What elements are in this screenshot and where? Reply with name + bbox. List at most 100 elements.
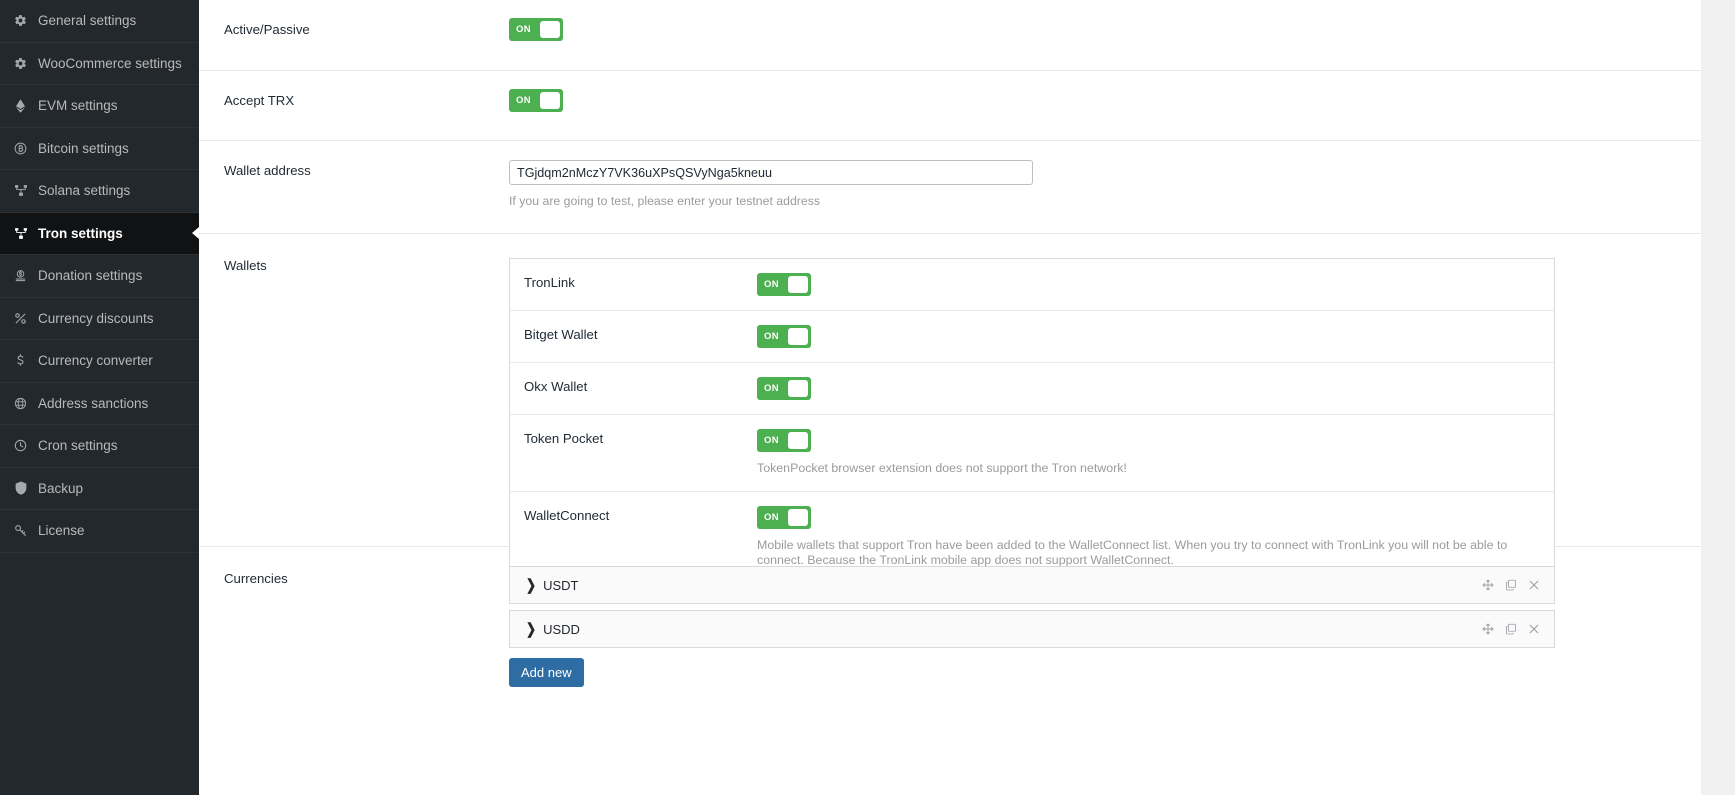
network-icon [11,227,30,240]
currency-item-usdt[interactable]: ❯ USDT [509,566,1555,604]
toggle-knob [788,276,808,293]
toggle-active-passive[interactable]: ON [509,18,563,41]
sidebar-item-cron-settings[interactable]: Cron settings [0,425,199,468]
sidebar-item-tron-settings[interactable]: Tron settings [0,212,199,255]
wallet-name: Okx Wallet [524,379,588,394]
currency-name: USDD [543,621,580,637]
toggle-label: ON [516,95,531,106]
wallet-row-token-pocket: Token Pocket ON TokenPocket browser extens… [510,415,1554,492]
wallets-panel: TronLink ON Bitget Wallet ON Okx Wallet ON Tok… [509,258,1555,584]
gear-icon [11,14,30,27]
toggle-okx-wallet[interactable]: ON [757,377,811,400]
duplicate-icon[interactable] [1505,579,1517,591]
wallet-note: TokenPocket browser extension does not s… [757,461,1127,475]
sidebar-item-currency-discounts[interactable]: Currency discounts [0,298,199,340]
sidebar-item-label: Tron settings [38,225,123,241]
label-wallets: Wallets [224,258,267,273]
sidebar-item-license[interactable]: License [0,510,199,553]
sidebar-item-label: General settings [38,13,137,29]
toggle-knob [788,380,808,397]
close-icon[interactable] [1528,623,1540,635]
help-icon[interactable]: ? [1705,555,1719,569]
ethereum-icon [11,99,30,113]
currency-row-actions [1482,623,1540,635]
sidebar-item-label: Backup [38,480,84,496]
close-icon[interactable] [1528,579,1540,591]
sidebar-item-address-sanctions[interactable]: Address sanctions [0,383,199,425]
wallets-body: TronLink ON Bitget Wallet ON Okx Wallet ON Tok… [484,234,1735,584]
toggle-walletconnect[interactable]: ON [757,505,811,529]
toggle-label: ON [516,24,531,35]
sidebar-item-woocommerce-settings[interactable]: WooCommerce settings [0,43,199,85]
help-icon[interactable]: ? [1705,149,1719,163]
chevron-right-icon[interactable]: ❯ [526,576,536,594]
sidebar-item-label: Donation settings [38,268,143,284]
add-new-button[interactable]: Add new [509,658,584,687]
sidebar-item-label: EVM settings [38,98,118,114]
sidebar-item-label: Cron settings [38,438,118,454]
control-wallet-address: If you are going to test, please enter y… [484,141,1735,233]
main-content: Active/Passive ON ? Accept TRX ON ? Wall… [199,0,1735,795]
wallet-control: ON [757,325,1554,348]
label-active-passive: Active/Passive [224,22,310,37]
sidebar-item-general-settings[interactable]: General settings [0,0,199,43]
control-accept-trx: ON [484,71,1735,140]
toggle-knob [540,21,560,38]
currency-item-usdd[interactable]: ❯ USDD [509,610,1555,648]
key-icon [11,524,30,537]
dollar-icon [11,353,30,368]
chevron-right-icon[interactable]: ❯ [526,620,536,638]
wallet-name: Token Pocket [524,431,604,446]
sidebar-item-label: License [38,523,85,539]
clock-icon [11,439,30,452]
sidebar-item-evm-settings[interactable]: EVM settings [0,85,199,128]
gear-icon [11,57,30,70]
sidebar-nav: General settings WooCommerce settings EVM … [0,0,199,795]
wallet-row-tronlink: TronLink ON [510,259,1554,311]
label-currencies: Currencies [224,571,288,586]
sidebar-item-label: WooCommerce settings [38,55,182,71]
donation-icon [11,269,30,282]
toggle-bitget-wallet[interactable]: ON [757,325,811,348]
duplicate-icon[interactable] [1505,623,1517,635]
globe-icon [11,397,30,410]
currency-name: USDT [543,577,579,593]
currencies-body: ❯ USDT ❯ USDD Add new [484,547,1735,747]
wallet-address-hint: If you are going to test, please enter y… [509,194,821,208]
toggle-label: ON [764,383,779,394]
toggle-knob [788,508,808,526]
move-icon[interactable] [1482,579,1494,591]
sidebar-item-currency-converter[interactable]: Currency converter [0,340,199,383]
row-accept-trx: ? Accept TRX ON [199,71,1735,141]
control-active-passive: ON [484,0,1735,70]
label-accept-trx: Accept TRX [224,93,295,108]
wallet-name: WalletConnect [524,507,610,523]
toggle-token-pocket[interactable]: ON [757,429,811,452]
help-icon[interactable]: ? [1705,242,1719,256]
row-active-passive: Active/Passive ON [199,0,1735,71]
toggle-tronlink[interactable]: ON [757,273,811,296]
toggle-knob [788,328,808,345]
bitcoin-icon [11,142,30,155]
wallet-row-bitget-wallet: Bitget Wallet ON [510,311,1554,363]
wallet-row-okx-wallet: Okx Wallet ON [510,363,1554,415]
sidebar-item-backup[interactable]: Backup [0,468,199,510]
sidebar-item-solana-settings[interactable]: Solana settings [0,170,199,213]
sidebar-item-label: Currency converter [38,353,153,369]
sidebar-item-bitcoin-settings[interactable]: Bitcoin settings [0,128,199,170]
network-icon [11,184,30,197]
percent-icon [11,312,30,325]
sidebar-item-label: Currency discounts [38,310,154,326]
settings-page: General settings WooCommerce settings EVM … [0,0,1735,795]
active-pointer-icon [192,227,199,240]
wallet-control: ON [757,377,1554,400]
help-icon[interactable]: ? [1705,79,1719,93]
sidebar-item-donation-settings[interactable]: Donation settings [0,255,199,298]
toggle-label: ON [764,331,779,342]
toggle-accept-trx[interactable]: ON [509,89,563,112]
toggle-label: ON [764,511,779,523]
label-wallet-address: Wallet address [224,163,311,178]
move-icon[interactable] [1482,623,1494,635]
wallet-name: TronLink [524,275,575,290]
wallet-address-input[interactable] [509,160,1033,185]
